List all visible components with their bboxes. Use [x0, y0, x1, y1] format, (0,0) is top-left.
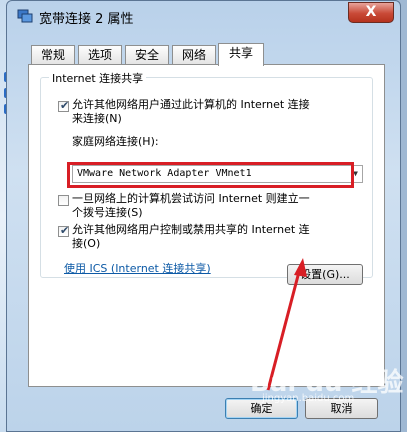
allow-control-checkbox[interactable]: ✔: [58, 224, 70, 237]
tab-options[interactable]: 选项: [78, 45, 122, 65]
sharing-panel: Internet 连接共享 ✔ 允许其他网络用户通过此计算机的 Internet…: [28, 64, 385, 387]
ics-group: Internet 连接共享 ✔ 允许其他网络用户通过此计算机的 Internet…: [40, 70, 373, 285]
close-button[interactable]: X: [348, 2, 394, 23]
allow-control-label-2: 接(O): [72, 237, 101, 250]
watermark-url: jingyan.baidu.com: [262, 393, 355, 404]
tab-general[interactable]: 常规: [31, 45, 75, 65]
title-bar: 宽带连接 2 属性 X: [7, 1, 400, 31]
checkmark-icon: ✔: [60, 99, 70, 112]
home-network-label: 家庭网络连接(H):: [72, 135, 159, 148]
dropdown-arrow-icon: ▼: [353, 169, 358, 178]
checkmark-icon: ✔: [60, 224, 70, 237]
home-network-value: VMware Network Adapter VMnet1: [77, 168, 252, 179]
dial-on-demand-checkbox[interactable]: [58, 195, 69, 206]
dial-on-demand-label-2: 个拨号连接(S): [72, 206, 143, 219]
tab-security[interactable]: 安全: [125, 45, 169, 65]
window-title: 宽带连接 2 属性: [39, 12, 134, 27]
allow-connect-label-1: 允许其他网络用户通过此计算机的 Internet 连接: [72, 98, 310, 111]
allow-connect-label-2: 来连接(N): [72, 112, 122, 125]
tab-network[interactable]: 网络: [172, 45, 216, 65]
ics-help-link[interactable]: 使用 ICS (Internet 连接共享): [64, 260, 211, 276]
network-connection-icon: [17, 9, 33, 23]
allow-connect-checkbox[interactable]: ✔: [58, 99, 70, 112]
settings-button[interactable]: 设置(G)...: [287, 264, 363, 285]
group-title: Internet 连接共享: [49, 70, 147, 86]
dial-on-demand-label-1: 一旦网络上的计算机尝试访问 Internet 则建立一: [72, 192, 310, 205]
allow-control-label-1: 允许其他网络用户控制或禁用共享的 Internet 连: [72, 223, 310, 236]
tab-sharing[interactable]: 共享: [218, 43, 264, 66]
home-network-select[interactable]: VMware Network Adapter VMnet1 ▼: [72, 165, 363, 183]
